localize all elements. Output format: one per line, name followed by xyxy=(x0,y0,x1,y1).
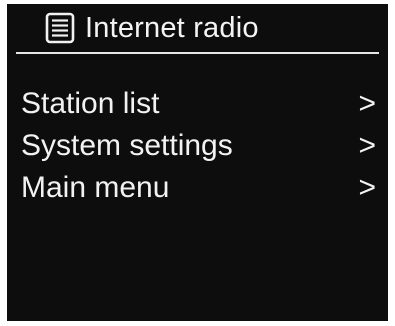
menu-item-label: System settings xyxy=(21,129,233,162)
header-divider xyxy=(16,52,379,54)
chevron-right-icon: > xyxy=(358,171,376,204)
list-icon xyxy=(45,12,75,44)
menu-item-station-list[interactable]: Station list > xyxy=(7,84,388,126)
menu-item-label: Station list xyxy=(21,87,160,120)
chevron-right-icon: > xyxy=(358,87,376,120)
menu-list: Station list > System settings > Main me… xyxy=(7,84,388,210)
page-title: Internet radio xyxy=(85,12,259,44)
menu-item-system-settings[interactable]: System settings > xyxy=(7,126,388,168)
menu-item-main-menu[interactable]: Main menu > xyxy=(7,168,388,210)
radio-display: Internet radio Station list > System set… xyxy=(7,4,388,321)
header: Internet radio xyxy=(7,4,388,54)
chevron-right-icon: > xyxy=(358,129,376,162)
menu-item-label: Main menu xyxy=(21,171,170,204)
